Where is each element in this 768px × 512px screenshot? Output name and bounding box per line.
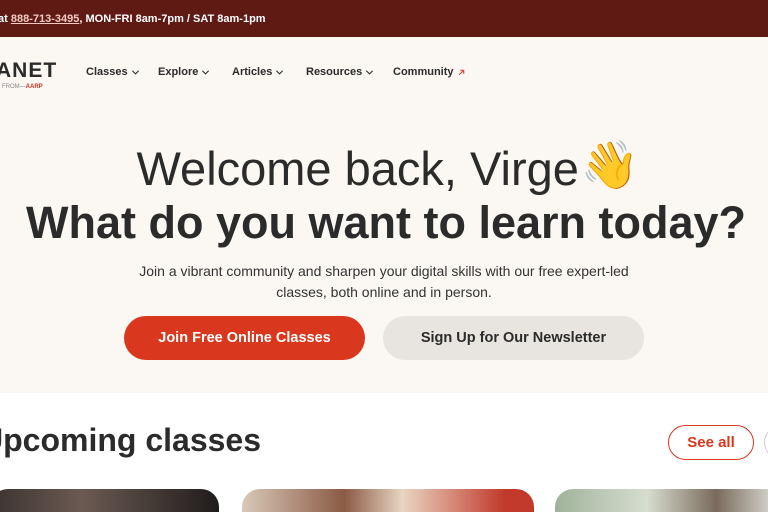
- site-logo[interactable]: ANET FROM—AARP: [0, 59, 58, 90]
- nav-community-label: Community: [393, 66, 454, 78]
- class-card-image[interactable]: [555, 489, 768, 512]
- nav-articles[interactable]: Articles: [232, 66, 284, 78]
- external-link-icon: [458, 69, 464, 75]
- hours-text: , MON-FRI 8am-7pm / SAT 8am-1pm: [79, 13, 266, 25]
- contact-info: at 888-713-3495, MON-FRI 8am-7pm / SAT 8…: [0, 13, 266, 25]
- hero-subtitle: Join a vibrant community and sharpen you…: [139, 263, 629, 300]
- nav-explore[interactable]: Explore: [158, 66, 210, 78]
- carousel-next-button[interactable]: [764, 425, 768, 460]
- nav-resources[interactable]: Resources: [306, 66, 374, 78]
- contact-prefix: at: [0, 13, 8, 25]
- nav-explore-label: Explore: [158, 66, 199, 78]
- chevron-down-icon: [366, 69, 374, 75]
- upcoming-classes-title: Upcoming classes: [0, 422, 261, 458]
- join-classes-button[interactable]: Join Free Online Classes: [124, 316, 365, 360]
- see-all-button[interactable]: See all: [668, 425, 754, 460]
- chevron-down-icon: [202, 69, 210, 75]
- welcome-heading: Welcome back, Virge👋: [0, 138, 768, 197]
- chevron-down-icon: [276, 69, 284, 75]
- top-announcement-bar: at 888-713-3495, MON-FRI 8am-7pm / SAT 8…: [0, 0, 768, 37]
- nav-classes[interactable]: Classes: [86, 66, 140, 78]
- nav-classes-label: Classes: [86, 66, 128, 78]
- main-navigation: ANET FROM—AARP Classes Explore Articles …: [0, 37, 768, 109]
- hero-section: ANET FROM—AARP Classes Explore Articles …: [0, 37, 768, 393]
- logo-wordmark: ANET: [0, 59, 58, 82]
- waving-hand-icon: 👋: [580, 138, 640, 191]
- class-card-image[interactable]: [0, 489, 219, 512]
- newsletter-signup-button[interactable]: Sign Up for Our Newsletter: [383, 316, 644, 360]
- nav-articles-label: Articles: [232, 66, 273, 78]
- chevron-down-icon: [131, 69, 139, 75]
- class-card-image[interactable]: [242, 489, 534, 512]
- logo-from-aarp: FROM—AARP: [2, 84, 43, 90]
- nav-community[interactable]: Community: [393, 66, 466, 78]
- learn-headline: What do you want to learn today?: [26, 197, 746, 248]
- nav-resources-label: Resources: [306, 66, 363, 78]
- welcome-text: Welcome back, Virge: [136, 142, 579, 195]
- phone-link[interactable]: 888-713-3495: [11, 13, 80, 25]
